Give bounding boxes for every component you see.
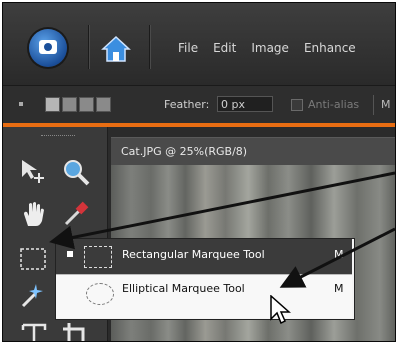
divider	[373, 95, 374, 115]
mode-label: M	[381, 98, 391, 111]
menu-image[interactable]: Image	[251, 41, 289, 55]
magic-wand-tool-icon[interactable]	[17, 280, 47, 310]
editor-window: File Edit Image Enhance Feather: Anti-al…	[2, 2, 396, 342]
menu-edit[interactable]: Edit	[213, 41, 236, 55]
anti-alias-checkbox[interactable]	[291, 99, 303, 111]
mouse-pointer-icon	[270, 295, 291, 325]
flyout-item-rectangular-marquee[interactable]: Rectangular Marquee Tool M	[56, 239, 352, 274]
feather-input[interactable]	[217, 96, 273, 112]
flyout-item-elliptical-marquee[interactable]: Elliptical Marquee Tool M	[56, 274, 352, 318]
add-to-selection-icon[interactable]	[62, 97, 77, 112]
shortcut-key: M	[334, 282, 344, 295]
camera-icon[interactable]	[29, 29, 67, 67]
rectangular-marquee-icon	[84, 246, 112, 268]
new-selection-icon[interactable]	[45, 97, 60, 112]
menu-bar: File Edit Image Enhance	[3, 3, 395, 85]
home-icon[interactable]	[101, 35, 131, 63]
document-tab[interactable]: Cat.JPG @ 25%(RGB/8)	[111, 137, 395, 166]
crop-tool-icon[interactable]	[61, 321, 91, 342]
elliptical-marquee-icon	[86, 283, 114, 305]
marquee-tool-flyout: Rectangular Marquee Tool M Elliptical Ma…	[55, 238, 355, 320]
divider	[149, 25, 150, 69]
feather-label: Feather:	[164, 98, 210, 111]
move-tool-icon[interactable]	[19, 157, 49, 187]
zoom-tool-icon[interactable]	[61, 157, 91, 187]
subtract-from-selection-icon[interactable]	[79, 97, 94, 112]
selected-indicator	[67, 251, 73, 257]
divider	[88, 25, 89, 69]
flyout-item-label: Rectangular Marquee Tool	[122, 248, 265, 261]
panel-grip[interactable]	[41, 135, 75, 138]
eyedropper-tool-icon[interactable]	[61, 199, 91, 229]
flyout-item-label: Elliptical Marquee Tool	[122, 282, 245, 295]
document-title: Cat.JPG @ 25%(RGB/8)	[121, 145, 248, 158]
menu-file[interactable]: File	[178, 41, 198, 55]
anti-alias-label: Anti-alias	[308, 98, 360, 111]
menu-enhance[interactable]: Enhance	[304, 41, 356, 55]
type-tool-icon[interactable]	[19, 321, 49, 342]
rectangular-marquee-tool-icon[interactable]	[18, 244, 48, 274]
main-menu: File Edit Image Enhance	[178, 41, 356, 55]
shortcut-key: M	[334, 248, 344, 261]
intersect-selection-icon[interactable]	[96, 97, 111, 112]
hand-tool-icon[interactable]	[19, 199, 49, 229]
options-bar: Feather: Anti-alias M	[3, 85, 395, 124]
tool-preset-dropdown-icon[interactable]	[19, 102, 23, 106]
